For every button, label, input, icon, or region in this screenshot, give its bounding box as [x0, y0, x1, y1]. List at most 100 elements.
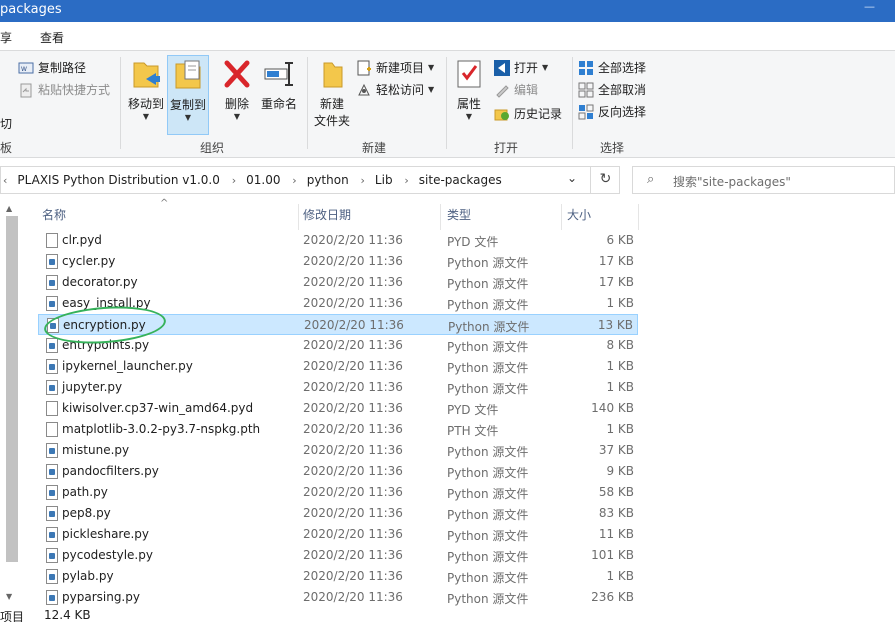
- chevron-down-icon: ▼: [428, 63, 435, 72]
- nav-scrollbar-thumb[interactable]: [6, 216, 18, 562]
- new-item-button[interactable]: 新建项目 ▼: [356, 59, 434, 76]
- file-type: Python 源文件: [447, 487, 529, 501]
- file-row[interactable]: pycodestyle.py 2020/2/20 11:36 Python 源文件 1…: [38, 545, 638, 566]
- invert-selection-button[interactable]: 反向选择: [578, 103, 646, 120]
- cut-button[interactable]: 切: [0, 115, 12, 132]
- chevron-down-icon: ▼: [465, 112, 473, 121]
- file-size: 1 KB: [606, 569, 634, 583]
- file-name: path.py: [62, 485, 108, 499]
- scroll-up-icon[interactable]: ▲: [6, 204, 12, 213]
- address-dropdown-icon[interactable]: ⌄: [567, 171, 577, 185]
- ribbon-separator: [572, 57, 573, 149]
- file-size: 17 KB: [598, 254, 634, 268]
- breadcrumb-item[interactable]: PLAXIS Python Distribution v1.0.0: [17, 173, 219, 187]
- column-header-name[interactable]: 名称: [42, 206, 66, 230]
- file-date: 2020/2/20 11:36: [303, 380, 403, 394]
- file-row[interactable]: mistune.py 2020/2/20 11:36 Python 源文件 37 KB: [38, 440, 638, 461]
- ribbon-separator: [307, 57, 308, 149]
- properties-icon: [453, 57, 485, 91]
- file-row[interactable]: matplotlib-3.0.2-py3.7-nspkg.pth 2020/2/2…: [38, 419, 638, 440]
- edit-button[interactable]: 编辑: [494, 81, 538, 98]
- copy-to-button[interactable]: 复制到 ▼: [167, 55, 209, 135]
- tab-share[interactable]: 享: [0, 29, 12, 46]
- select-none-button[interactable]: 全部取消: [578, 81, 646, 98]
- chevron-right-icon[interactable]: ›: [292, 174, 296, 187]
- file-type: Python 源文件: [447, 466, 529, 480]
- copy-path-button[interactable]: W 复制路径: [18, 59, 86, 76]
- file-type: Python 源文件: [447, 340, 529, 354]
- file-type: Python 源文件: [447, 298, 529, 312]
- minimize-icon[interactable]: —: [864, 0, 875, 13]
- breadcrumb-item[interactable]: 01.00: [246, 173, 280, 187]
- python-file-icon: [46, 443, 58, 458]
- address-bar[interactable]: ‹ PLAXIS Python Distribution v1.0.0 › 01.0…: [0, 166, 620, 194]
- chevron-right-icon[interactable]: ›: [232, 174, 236, 187]
- column-header-type[interactable]: 类型: [447, 206, 471, 230]
- file-row[interactable]: pep8.py 2020/2/20 11:36 Python 源文件 83 KB: [38, 503, 638, 524]
- file-date: 2020/2/20 11:36: [303, 254, 403, 268]
- file-row[interactable]: kiwisolver.cp37-win_amd64.pyd 2020/2/20 1…: [38, 398, 638, 419]
- tab-view[interactable]: 查看: [40, 29, 64, 46]
- file-size: 1 KB: [606, 359, 634, 373]
- file-size: 236 KB: [591, 590, 634, 604]
- file-row[interactable]: ipykernel_launcher.py 2020/2/20 11:36 Pyth…: [38, 356, 638, 377]
- file-row[interactable]: decorator.py 2020/2/20 11:36 Python 源文件 17 …: [38, 272, 638, 293]
- select-all-button[interactable]: 全部选择: [578, 59, 646, 76]
- breadcrumb-item[interactable]: Lib: [375, 173, 393, 187]
- search-icon: ⌕: [647, 172, 655, 187]
- chevron-down-icon: ▼: [184, 113, 192, 122]
- file-size: 11 KB: [598, 527, 634, 541]
- file-row[interactable]: pylab.py 2020/2/20 11:36 Python 源文件 1 KB: [38, 566, 638, 587]
- column-divider[interactable]: [638, 204, 639, 230]
- file-row[interactable]: pickleshare.py 2020/2/20 11:36 Python 源文件 1…: [38, 524, 638, 545]
- file-size: 1 KB: [606, 296, 634, 310]
- invert-selection-icon: [578, 104, 594, 120]
- column-divider[interactable]: [561, 204, 562, 230]
- breadcrumb-item[interactable]: python: [307, 173, 349, 187]
- file-row[interactable]: pandocfilters.py 2020/2/20 11:36 Python 源文…: [38, 461, 638, 482]
- file-row[interactable]: jupyter.py 2020/2/20 11:36 Python 源文件 1 KB: [38, 377, 638, 398]
- column-header-date[interactable]: 修改日期: [303, 206, 351, 230]
- rename-button[interactable]: 重命名: [258, 57, 300, 112]
- select-group-label: 选择: [600, 141, 625, 155]
- file-type: Python 源文件: [447, 382, 529, 396]
- file-date: 2020/2/20 11:36: [303, 569, 403, 583]
- column-header-size[interactable]: 大小: [567, 206, 591, 230]
- history-button[interactable]: 历史记录: [494, 105, 562, 122]
- search-box[interactable]: ⌕ 搜索"site-packages": [632, 166, 895, 194]
- file-row[interactable]: clr.pyd 2020/2/20 11:36 PYD 文件 6 KB: [38, 230, 638, 251]
- scroll-down-icon[interactable]: ▼: [6, 592, 12, 601]
- refresh-button[interactable]: ↻: [590, 166, 620, 194]
- properties-button[interactable]: 属性 ▼: [452, 57, 486, 121]
- breadcrumb-item[interactable]: site-packages: [419, 173, 502, 187]
- column-divider[interactable]: [440, 204, 441, 230]
- easy-access-icon: [356, 82, 372, 98]
- python-file-icon: [46, 548, 58, 563]
- chevron-right-icon[interactable]: ›: [404, 174, 408, 187]
- file-type: Python 源文件: [448, 320, 530, 334]
- file-type: Python 源文件: [447, 508, 529, 522]
- file-date: 2020/2/20 11:36: [303, 422, 403, 436]
- file-date: 2020/2/20 11:36: [303, 359, 403, 373]
- window-title: packages: [0, 2, 62, 17]
- column-divider[interactable]: [298, 204, 299, 230]
- delete-button[interactable]: 删除 ▼: [220, 57, 254, 121]
- file-row[interactable]: cycler.py 2020/2/20 11:36 Python 源文件 17 KB: [38, 251, 638, 272]
- delete-icon: [221, 57, 253, 91]
- file-date: 2020/2/20 11:36: [303, 506, 403, 520]
- chevron-down-icon: ▼: [428, 85, 435, 94]
- move-to-button[interactable]: 移动到 ▼: [126, 57, 166, 121]
- python-file-icon: [46, 296, 58, 311]
- file-row[interactable]: pyparsing.py 2020/2/20 11:36 Python 源文件 236…: [38, 587, 638, 608]
- item-count-label: 项目: [0, 610, 25, 622]
- open-button[interactable]: 打开 ▼: [494, 59, 548, 76]
- paste-shortcut-button[interactable]: 粘贴快捷方式: [18, 81, 110, 98]
- status-bar: 项目 12.4 KB: [0, 606, 895, 622]
- new-folder-button[interactable]: 新建 文件夹: [312, 57, 352, 129]
- paste-shortcut-icon: [18, 82, 34, 98]
- file-date: 2020/2/20 11:36: [303, 338, 403, 352]
- chevron-right-icon[interactable]: ›: [361, 174, 365, 187]
- file-row[interactable]: path.py 2020/2/20 11:36 Python 源文件 58 KB: [38, 482, 638, 503]
- file-name: pylab.py: [62, 569, 114, 583]
- easy-access-button[interactable]: 轻松访问 ▼: [356, 81, 434, 98]
